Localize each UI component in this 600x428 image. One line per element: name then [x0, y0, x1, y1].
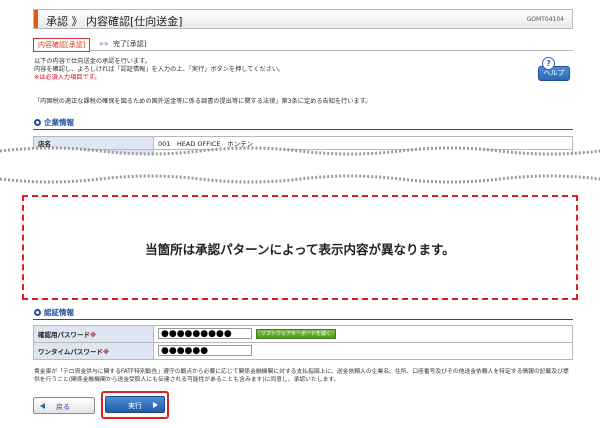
auth-section-title: 認証情報	[44, 308, 74, 317]
consent-footnote: 貴金庫が「テロ資金供与に関するFATF特別勧告」遵守の観点から必要に応じて関係金…	[34, 369, 569, 383]
confirm-password-label-cell: 確認用パスワード※	[33, 325, 154, 343]
triangle-right-icon	[153, 402, 158, 408]
section-bullet-icon	[34, 309, 41, 316]
execute-button-label: 実行	[128, 402, 142, 410]
section-bullet-icon	[34, 119, 41, 126]
intro-line-2: 内容を確認し、よろしければ「認証情報」を入力の上、「実行」ボタンを押してください…	[34, 66, 285, 73]
page-header: 承認 》 内容確認[仕向送金] GOMT04104	[33, 9, 573, 29]
auth-section-rule	[33, 319, 573, 320]
pattern-notice-text: 当箇所は承認パターンによって表示内容が異なります。	[145, 242, 455, 257]
pattern-notice-box: 当箇所は承認パターンによって表示内容が異なります。	[22, 195, 578, 300]
otp-label-cell: ワンタイムパスワード※	[33, 342, 154, 360]
one-time-password-input[interactable]: ●●●●●●	[158, 345, 252, 356]
required-mark: ※	[102, 348, 110, 356]
required-mark: ※	[90, 331, 97, 339]
step-bar: 内容確認[承認] »» 完了[承認]	[33, 37, 573, 52]
step-arrow-icon: »»	[99, 39, 109, 48]
auth-section-heading: 認証情報	[34, 307, 74, 318]
execute-button[interactable]: 実行	[105, 396, 165, 413]
step-next: 完了[承認]	[113, 40, 147, 48]
intro-line-1: 以下の内容で仕向送金の承認を行います。	[34, 58, 151, 65]
page-title: 承認 》 内容確認[仕向送金]	[46, 15, 183, 28]
confirm-password-input[interactable]: ●●●●●●●●●	[158, 328, 252, 339]
software-keyboard-button[interactable]: ソフトウェアキーボードを開く	[256, 329, 336, 339]
intro-required-note: ※は必須入力項目です。	[34, 74, 101, 81]
law-note: 「内国税の適正な課税の確保を図るための国外送金等に係る調書の提出等に関する法律」…	[34, 98, 372, 105]
step-current: 内容確認[承認]	[33, 38, 91, 52]
screen-id: GOMT04104	[526, 16, 564, 23]
help-button-label: ヘルプ	[543, 69, 565, 77]
page-tear-divider	[0, 146, 600, 184]
table-row: ワンタイムパスワード※	[33, 342, 573, 360]
help-button[interactable]: ヘルプ	[538, 66, 570, 81]
company-section-heading: 企業情報	[34, 117, 74, 128]
help-question-icon[interactable]: ?	[542, 57, 555, 70]
triangle-left-icon	[40, 403, 45, 409]
intro-text: 以下の内容で仕向送金の承認を行います。 内容を確認し、よろしければ「認証情報」を…	[34, 58, 474, 82]
otp-label: ワンタイムパスワード	[38, 348, 103, 356]
company-section-title: 企業情報	[44, 118, 74, 127]
back-button[interactable]: 戻る	[33, 397, 95, 414]
confirm-password-label: 確認用パスワード	[38, 331, 90, 339]
company-section-rule	[33, 129, 573, 130]
back-button-label: 戻る	[56, 403, 70, 411]
